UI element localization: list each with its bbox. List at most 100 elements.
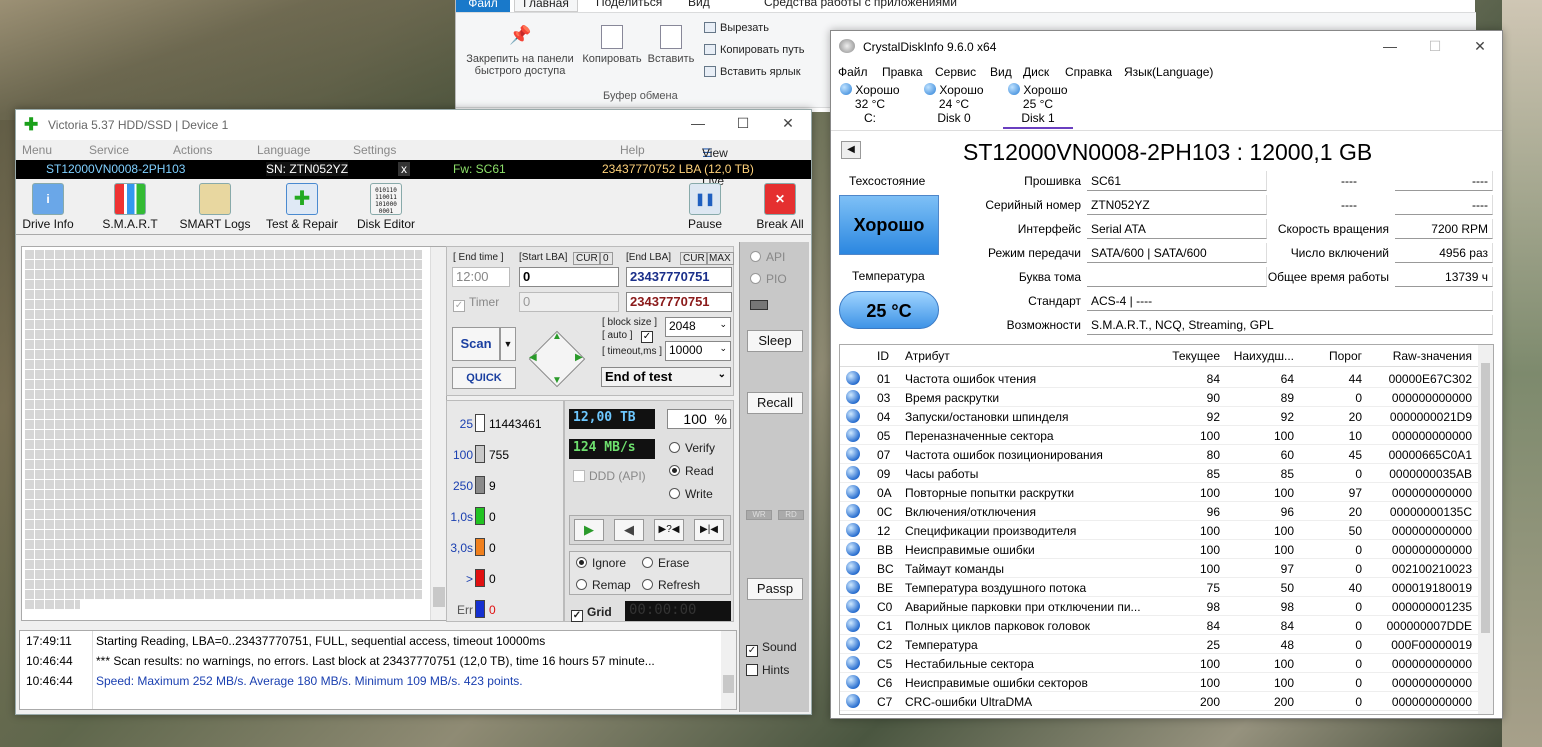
refresh-radio[interactable]: Refresh [642, 578, 700, 592]
table-row[interactable]: C5 Нестабильные сектора 100 100 0 00000000000… [840, 654, 1480, 673]
menu-service[interactable]: Сервис [935, 65, 976, 79]
drive-info-button[interactable]: i Drive Info [20, 183, 76, 231]
pause-button[interactable]: ❚❚ Pause [684, 183, 726, 231]
temperature-badge[interactable]: 25 °C [839, 291, 939, 329]
paste-button[interactable]: Вставить [646, 25, 696, 65]
scan-dropdown-button[interactable]: ▼ [500, 327, 516, 361]
end-lba-field[interactable]: 23437770751 [626, 267, 732, 287]
recall-button[interactable]: Recall [747, 392, 803, 414]
paste-shortcut-button[interactable]: Вставить ярлык [704, 66, 801, 78]
table-row[interactable]: 0A Повторные попытки раскрутки 100 100 97 000… [840, 483, 1480, 502]
table-row[interactable]: C7 CRC-ошибки UltraDMA 200 200 0 000000000000 [840, 692, 1480, 711]
grid-scroll-thumb[interactable] [433, 587, 445, 607]
menu-file[interactable]: Файл [838, 65, 868, 79]
tab-file[interactable]: Файл [456, 0, 510, 12]
menu-settings[interactable]: Settings [353, 143, 396, 157]
rewind-icon[interactable]: ◀ [614, 519, 644, 541]
api-radio[interactable]: API [750, 250, 785, 264]
disk-editor-button[interactable]: 010110 110011 101000 0001 Disk Editor [354, 183, 418, 231]
menu-view[interactable]: Вид [990, 65, 1012, 79]
minimize-icon[interactable]: — [688, 115, 708, 131]
table-row[interactable]: BC Таймаут команды 100 97 0 002100210023 [840, 559, 1480, 578]
pio-radio[interactable]: PIO [750, 272, 787, 286]
break-all-button[interactable]: ✕ Break All [754, 183, 806, 231]
menu-language[interactable]: Язык(Language) [1124, 65, 1213, 79]
skip-unknown-icon[interactable]: ▶?◀ [654, 519, 684, 541]
maximize-icon[interactable]: ☐ [733, 115, 753, 132]
grid-checkbox[interactable]: ✓ Grid [571, 605, 612, 622]
table-row[interactable]: 07 Частота ошибок позиционирования 80 60 45 0… [840, 445, 1480, 464]
end-cur-button[interactable]: CUR [680, 252, 708, 265]
end-lba-field-2[interactable]: 23437770751 [626, 292, 732, 312]
tab-share[interactable]: Поделиться [596, 0, 662, 9]
pin-button[interactable]: 📌 Закрепить на панели быстрого доступа [460, 25, 580, 77]
quick-button[interactable]: QUICK [452, 367, 516, 389]
ignore-radio[interactable]: Ignore [576, 556, 626, 570]
table-row[interactable]: 05 Переназначенные сектора 100 100 10 0000000… [840, 426, 1480, 445]
block-size-select[interactable]: 2048 ⌄ [665, 317, 731, 337]
start-lba-field[interactable]: 0 [519, 267, 619, 287]
play-icon[interactable]: ▶ [574, 519, 604, 541]
table-row[interactable]: 12 Спецификации производителя 100 100 50 0000… [840, 521, 1480, 540]
log-scrollbar[interactable] [721, 631, 736, 709]
copy-path-button[interactable]: Копировать путь [704, 44, 805, 56]
menu-service[interactable]: Service [89, 143, 129, 157]
tab-app-tools[interactable]: Средства работы с приложениями [764, 0, 957, 9]
table-row[interactable]: C0 Аварийные парковки при отключении пи..… [840, 597, 1480, 616]
menu-disk[interactable]: Диск [1023, 65, 1049, 79]
minimize-icon[interactable]: — [1380, 38, 1400, 54]
copy-button[interactable]: Копировать [580, 25, 644, 65]
prev-disk-button[interactable]: ◀ [841, 141, 861, 159]
smart-button[interactable]: S.M.A.R.T [98, 183, 162, 231]
table-row[interactable]: 0C Включения/отключения 96 96 20 00000000135C [840, 502, 1480, 521]
table-row[interactable]: 03 Время раскрутки 90 89 0 000000000000 [840, 388, 1480, 407]
direction-pad[interactable]: ▲ ▼ ◀ ▶ [525, 327, 589, 391]
arrow-down-icon[interactable]: ▼ [552, 375, 562, 386]
table-row[interactable]: C6 Неисправимые ошибки секторов 100 100 0 000… [840, 673, 1480, 692]
passp-button[interactable]: Passp [747, 578, 803, 600]
write-radio[interactable]: Write [669, 487, 713, 501]
table-row[interactable]: 09 Часы работы 85 85 0 0000000035AB [840, 464, 1480, 483]
table-row[interactable]: 01 Частота ошибок чтения 84 64 44 00000E67C30… [840, 369, 1480, 388]
close-icon[interactable]: ✕ [1470, 38, 1490, 55]
table-scrollbar[interactable] [1478, 345, 1493, 714]
arrow-left-icon[interactable]: ◀ [529, 352, 537, 363]
tab-home[interactable]: Главная [514, 0, 578, 12]
scan-button[interactable]: Scan [452, 327, 500, 361]
arrow-right-icon[interactable]: ▶ [575, 352, 583, 363]
erase-radio[interactable]: Erase [642, 556, 689, 570]
ddd-api-checkbox[interactable]: DDD (API) [573, 469, 646, 483]
test-repair-button[interactable]: ✚ Test & Repair [262, 183, 342, 231]
disk-tab[interactable]: Хорошо 32 °C C: [835, 83, 905, 129]
disk-tab[interactable]: Хорошо 25 °C Disk 1 [1003, 83, 1073, 129]
sleep-button[interactable]: Sleep [747, 330, 803, 352]
start-cur-button[interactable]: CUR [573, 252, 601, 265]
smart-logs-button[interactable]: SMART Logs [178, 183, 252, 231]
timeout-select[interactable]: 10000 ⌄ [665, 341, 731, 361]
timer-field[interactable]: 0 [519, 292, 619, 312]
menu-help[interactable]: Справка [1065, 65, 1112, 79]
table-scroll-thumb[interactable] [1481, 363, 1490, 633]
end-time-field[interactable]: 12:00 [452, 267, 510, 287]
skip-end-icon[interactable]: ▶|◀ [694, 519, 724, 541]
menu-actions[interactable]: Actions [173, 143, 212, 157]
remap-radio[interactable]: Remap [576, 578, 631, 592]
maximize-icon[interactable]: ☐ [1425, 38, 1445, 55]
timer-checkbox[interactable]: ✓ Timer [453, 295, 499, 312]
table-row[interactable]: 04 Запуски/остановки шпинделя 92 92 20 000000… [840, 407, 1480, 426]
hints-checkbox[interactable]: Hints [746, 663, 789, 677]
menu-menu[interactable]: Menu [22, 143, 52, 157]
clear-device-button[interactable]: x [398, 162, 410, 176]
grid-scrollbar[interactable] [430, 247, 446, 620]
disk-tab[interactable]: Хорошо 24 °C Disk 0 [919, 83, 989, 129]
end-max-button[interactable]: MAX [706, 252, 734, 265]
health-status-badge[interactable]: Хорошо [839, 195, 939, 255]
log-scroll-thumb[interactable] [723, 675, 734, 693]
start-zero-button[interactable]: 0 [599, 252, 613, 265]
table-row[interactable]: BB Неисправимые ошибки 100 100 0 000000000000 [840, 540, 1480, 559]
tab-view[interactable]: Вид [688, 0, 710, 9]
arrow-up-icon[interactable]: ▲ [552, 331, 562, 342]
table-row[interactable]: C1 Полных циклов парковок головок 84 84 0 000… [840, 616, 1480, 635]
sound-checkbox[interactable]: ✓ Sound [746, 640, 797, 657]
auto-checkbox[interactable]: ✓ [641, 331, 653, 343]
